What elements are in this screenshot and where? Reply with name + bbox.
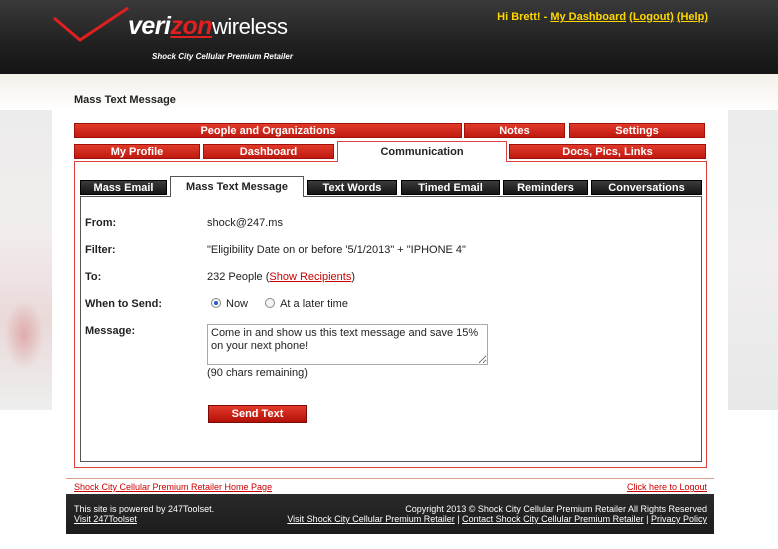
logout-link[interactable]: (Logout) <box>629 11 674 23</box>
to-close-paren: ) <box>351 271 355 283</box>
message-label: Message: <box>85 325 136 337</box>
footer-logout-link[interactable]: Click here to Logout <box>627 482 707 492</box>
greeting: Hi Brett! - <box>497 11 551 23</box>
later-option[interactable]: At a later time <box>265 298 348 310</box>
when-to-send-label: When to Send: <box>85 298 162 310</box>
help-link[interactable]: (Help) <box>677 11 708 23</box>
now-radio[interactable] <box>211 298 221 308</box>
visit-retailer-link[interactable]: Visit Shock City Cellular Premium Retail… <box>287 514 454 524</box>
background-right-panel <box>728 110 778 410</box>
subtab-mass-text-message[interactable]: Mass Text Message <box>170 176 304 197</box>
footer-sep-2: | <box>643 514 651 524</box>
to-value: 232 People (Show Recipients) <box>207 271 355 283</box>
message-textarea[interactable]: Come in and show us this text message an… <box>207 324 488 365</box>
tab-my-profile[interactable]: My Profile <box>74 144 200 159</box>
from-value: shock@247.ms <box>207 217 283 229</box>
copyright: Copyright 2013 © Shock City Cellular Pre… <box>405 504 707 514</box>
logo-part-wireless: wireless <box>212 14 288 39</box>
background-left-panel <box>0 110 52 410</box>
site-header: verizonwireless Shock City Cellular Prem… <box>0 0 778 74</box>
subtab-timed-email[interactable]: Timed Email <box>401 180 500 195</box>
subtab-mass-email[interactable]: Mass Email <box>80 180 167 195</box>
tab-dashboard[interactable]: Dashboard <box>203 144 334 159</box>
logo-part-veri: veri <box>128 12 171 40</box>
from-label: From: <box>85 217 117 229</box>
later-label: At a later time <box>280 298 348 310</box>
logo-part-zon: zon <box>170 12 213 40</box>
when-to-send-options: Now At a later time <box>211 298 348 310</box>
footer-links: Visit Shock City Cellular Premium Retail… <box>287 514 707 524</box>
page-title: Mass Text Message <box>74 94 176 106</box>
subtab-text-words[interactable]: Text Words <box>307 180 397 195</box>
powered-by: This site is powered by 247Toolset. <box>74 504 215 514</box>
tab-docs-pics-links[interactable]: Docs, Pics, Links <box>509 144 706 159</box>
privacy-policy-link[interactable]: Privacy Policy <box>651 514 707 524</box>
tab-people-and-organizations[interactable]: People and Organizations <box>74 123 462 138</box>
verizon-logo: verizonwireless <box>128 12 288 41</box>
show-recipients-link[interactable]: Show Recipients <box>269 271 351 283</box>
subtab-conversations[interactable]: Conversations <box>591 180 702 195</box>
later-radio[interactable] <box>265 298 276 308</box>
recipient-count: 232 People ( <box>207 271 270 283</box>
send-text-message-button[interactable]: Send Text Message <box>208 405 307 436</box>
my-dashboard-link[interactable]: My Dashboard <box>550 11 626 23</box>
visit-toolset-link[interactable]: Visit 247Toolset <box>74 514 137 524</box>
contact-link[interactable]: Contact Shock City Cellular Premium Reta… <box>462 514 644 524</box>
verizon-check-icon <box>53 6 129 42</box>
tab-notes[interactable]: Notes <box>464 123 565 138</box>
tab-communication[interactable]: Communication <box>337 141 507 162</box>
tab-settings[interactable]: Settings <box>569 123 705 138</box>
home-page-link[interactable]: Shock City Cellular Premium Retailer Hom… <box>74 482 272 492</box>
user-nav: Hi Brett! - My Dashboard (Logout) (Help) <box>497 11 708 23</box>
footer-bar: This site is powered by 247Toolset. Visi… <box>66 494 714 534</box>
to-label: To: <box>85 271 102 283</box>
now-label: Now <box>226 298 249 310</box>
filter-value: "Eligibility Date on or before '5/1/2013… <box>207 244 466 256</box>
logo-subtitle: Shock City Cellular Premium Retailer <box>152 52 293 61</box>
filter-label: Filter: <box>85 244 116 256</box>
now-option[interactable]: Now <box>211 298 248 310</box>
footer-divider <box>66 478 714 479</box>
subtab-reminders[interactable]: Reminders <box>503 180 588 195</box>
footer-sep-1: | <box>454 514 463 524</box>
chars-remaining: (90 chars remaining) <box>207 367 308 379</box>
